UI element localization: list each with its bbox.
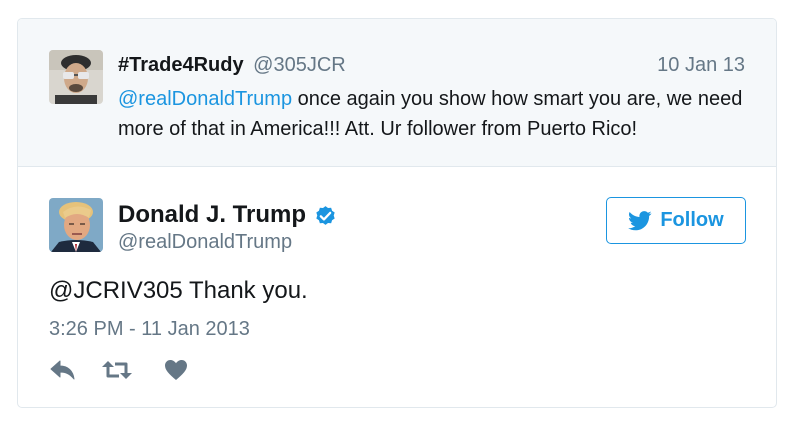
retweet-icon[interactable]: [101, 359, 133, 381]
main-display-name[interactable]: Donald J. Trump: [118, 201, 306, 229]
parent-handle[interactable]: @305JCR: [253, 54, 346, 76]
parent-avatar[interactable]: [49, 50, 103, 104]
follow-button-label: Follow: [660, 209, 724, 231]
parent-tweet[interactable]: #Trade4Rudy @305JCR 10 Jan 13 @realDonal…: [18, 19, 776, 167]
follow-button[interactable]: Follow: [606, 197, 746, 244]
main-avatar[interactable]: [49, 198, 103, 252]
parent-tweet-header: #Trade4Rudy @305JCR: [118, 52, 346, 78]
main-handle[interactable]: @realDonaldTrump: [118, 231, 292, 254]
parent-date[interactable]: 10 Jan 13: [657, 54, 745, 77]
parent-mention-link[interactable]: @realDonaldTrump: [118, 88, 292, 110]
embedded-tweet-card: #Trade4Rudy @305JCR 10 Jan 13 @realDonal…: [17, 18, 777, 408]
main-avatar-image: [49, 198, 103, 252]
verified-badge-icon: [313, 203, 338, 228]
reply-icon[interactable]: [49, 359, 77, 381]
main-tweet-text: @JCRIV305 Thank you.: [49, 277, 308, 304]
main-display-name-row: Donald J. Trump: [118, 201, 338, 229]
twitter-bird-icon: [628, 210, 652, 230]
tweet-timestamp[interactable]: 3:26 PM - 11 Jan 2013: [49, 318, 250, 341]
parent-tweet-text: @realDonaldTrump once again you show how…: [118, 84, 748, 144]
parent-avatar-image: [49, 50, 103, 104]
parent-display-name[interactable]: #Trade4Rudy: [118, 54, 244, 76]
heart-icon[interactable]: [163, 359, 189, 381]
tweet-actions: [49, 359, 189, 381]
